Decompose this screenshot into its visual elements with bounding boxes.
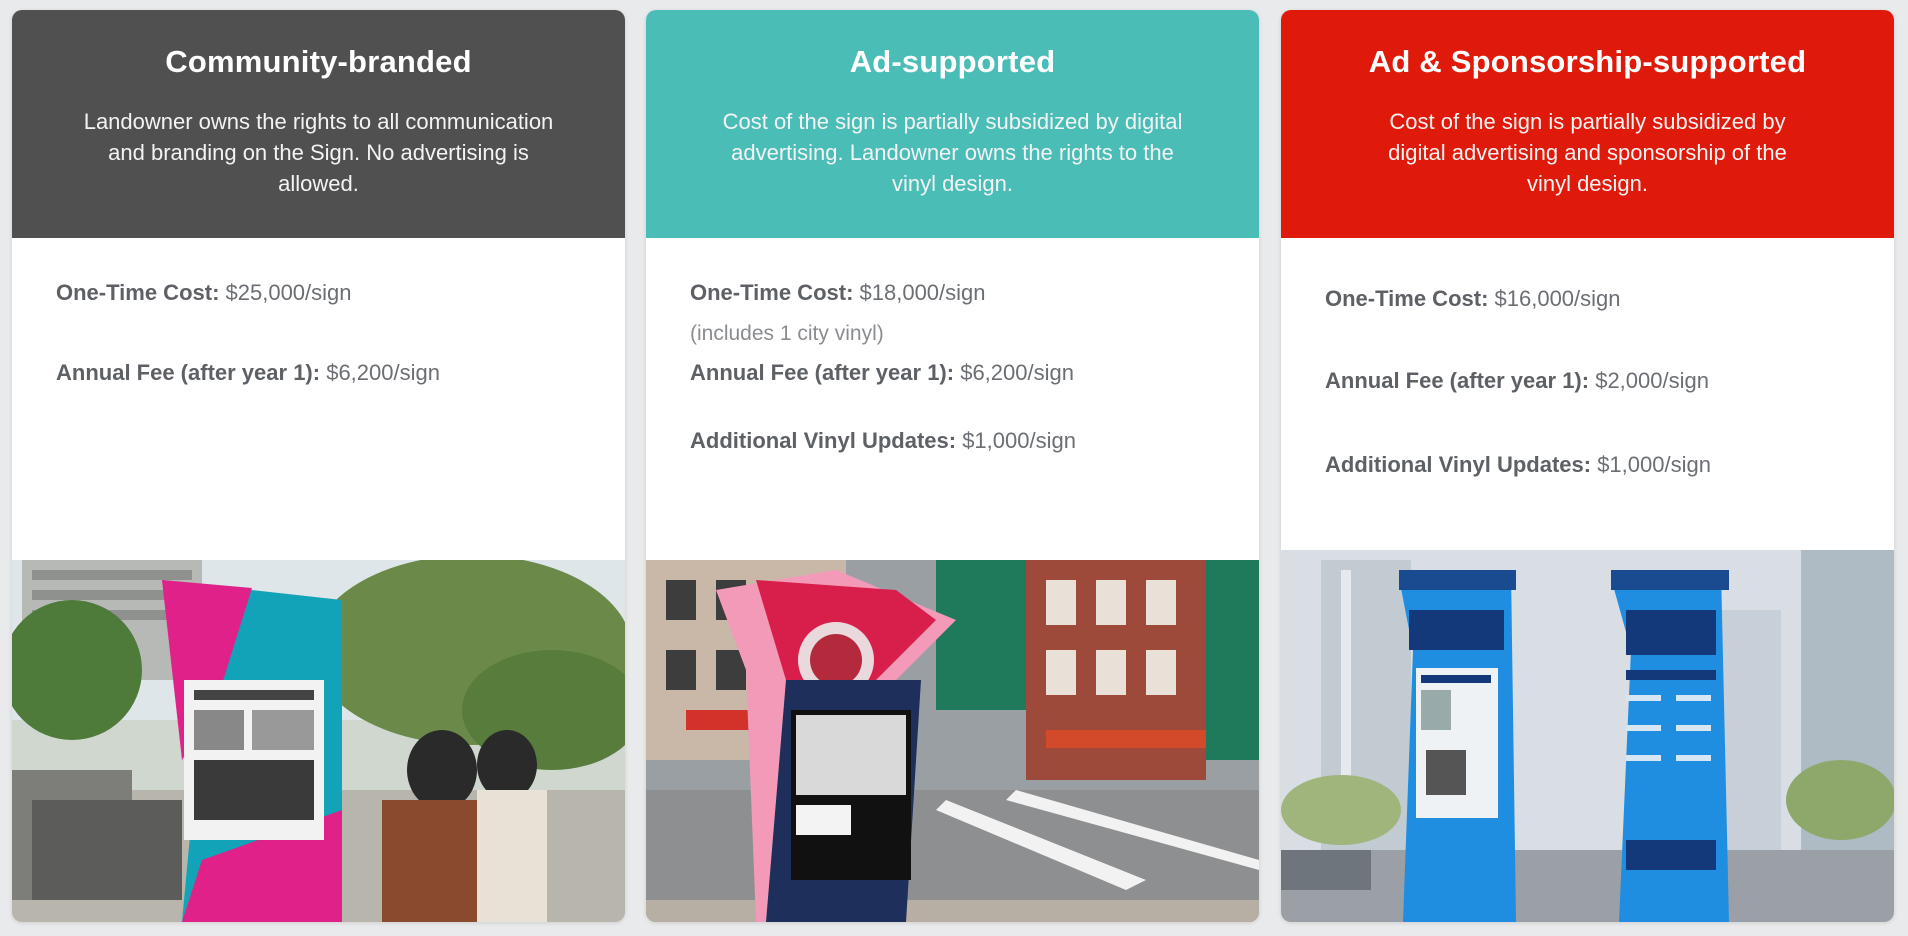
vinyl-updates-line: Additional Vinyl Updates: $1,000/sign xyxy=(1325,452,1711,478)
annual-fee-line: Annual Fee (after year 1): $6,200/sign xyxy=(690,360,1074,386)
annual-fee-label: Annual Fee (after year 1): xyxy=(56,360,321,385)
one-time-cost-line: One-Time Cost: $25,000/sign xyxy=(56,280,352,306)
vinyl-updates-value: $1,000/sign xyxy=(1597,452,1711,477)
one-time-cost-value: $25,000/sign xyxy=(225,280,352,305)
pricing-card-ad-sponsorship-supported: Ad & Sponsorship-supported Cost of the s… xyxy=(1281,10,1894,922)
card-title: Community-branded xyxy=(165,44,472,79)
annual-fee-line: Annual Fee (after year 1): $2,000/sign xyxy=(1325,368,1709,394)
annual-fee-label: Annual Fee (after year 1): xyxy=(1325,368,1590,393)
sponsorship-sign-photo xyxy=(1281,550,1894,922)
pricing-card-community-branded: Community-branded Landowner owns the rig… xyxy=(12,10,625,922)
card-description: Cost of the sign is partially subsidized… xyxy=(1388,109,1787,196)
card-header: Ad-supported Cost of the sign is partial… xyxy=(646,10,1259,238)
card-header: Ad & Sponsorship-supported Cost of the s… xyxy=(1281,10,1894,238)
annual-fee-value: $6,200/sign xyxy=(326,360,440,385)
one-time-cost-label: One-Time Cost: xyxy=(690,280,854,305)
vinyl-updates-value: $1,000/sign xyxy=(962,428,1076,453)
card-description: Cost of the sign is partially subsidized… xyxy=(722,109,1183,196)
annual-fee-line: Annual Fee (after year 1): $6,200/sign xyxy=(56,360,440,386)
card-body: One-Time Cost: $25,000/sign Annual Fee (… xyxy=(12,238,625,558)
card-description: Landowner owns the rights to all communi… xyxy=(83,109,554,196)
community-sign-photo xyxy=(12,560,625,922)
one-time-cost-label: One-Time Cost: xyxy=(1325,286,1489,311)
cost-note: (includes 1 city vinyl) xyxy=(690,322,884,345)
card-title: Ad-supported xyxy=(849,44,1056,79)
card-header: Community-branded Landowner owns the rig… xyxy=(12,10,625,238)
card-title: Ad & Sponsorship-supported xyxy=(1368,44,1807,79)
ad-supported-sign-photo xyxy=(646,560,1259,922)
one-time-cost-label: One-Time Cost: xyxy=(56,280,220,305)
vinyl-updates-label: Additional Vinyl Updates: xyxy=(690,428,957,453)
one-time-cost-value: $18,000/sign xyxy=(859,280,986,305)
pricing-card-ad-supported: Ad-supported Cost of the sign is partial… xyxy=(646,10,1259,922)
annual-fee-value: $2,000/sign xyxy=(1595,368,1709,393)
card-body: One-Time Cost: $16,000/sign Annual Fee (… xyxy=(1281,238,1894,558)
vinyl-updates-line: Additional Vinyl Updates: $1,000/sign xyxy=(690,428,1076,454)
one-time-cost-line: One-Time Cost: $18,000/sign xyxy=(690,280,986,306)
one-time-cost-line: One-Time Cost: $16,000/sign xyxy=(1325,286,1621,312)
card-body: One-Time Cost: $18,000/sign (includes 1 … xyxy=(646,238,1259,558)
annual-fee-value: $6,200/sign xyxy=(960,360,1074,385)
vinyl-updates-label: Additional Vinyl Updates: xyxy=(1325,452,1592,477)
one-time-cost-value: $16,000/sign xyxy=(1494,286,1621,311)
annual-fee-label: Annual Fee (after year 1): xyxy=(690,360,955,385)
